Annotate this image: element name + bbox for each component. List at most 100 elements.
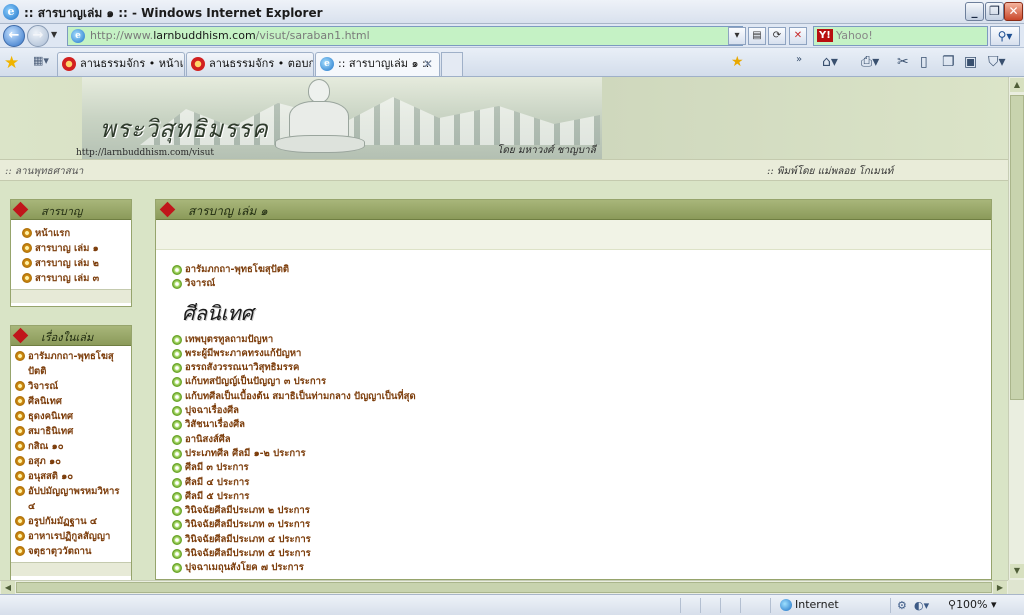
lotus-bullet-icon (15, 456, 25, 466)
status-divider (680, 598, 681, 613)
lotus-bullet-icon (15, 531, 25, 541)
vertical-scrollbar[interactable]: ▲ ▼ (1008, 77, 1024, 580)
content-link[interactable]: อารัมภกถา-พุทธโฆสุปัตติ (172, 263, 991, 277)
topic-link[interactable]: กสิณ ๑๐ (14, 439, 128, 454)
minimize-button[interactable]: _ (965, 2, 984, 21)
buddha-statue-image (275, 79, 365, 157)
horizontal-scroll-thumb[interactable] (16, 582, 992, 593)
vertical-scroll-thumb[interactable] (1010, 95, 1024, 400)
content-link[interactable]: เทพบุตรทูลถามปัญหา (172, 333, 991, 347)
content-link[interactable]: ปุจฉาเรื่องศีล (172, 404, 991, 418)
refresh-icon[interactable]: ⟳ (768, 27, 786, 45)
tab-home[interactable]: ลานธรรมจักร • หน้าแรก (57, 52, 185, 76)
section-link-list: เทพบุตรทูลถามปัญหา พระผู้มีพระภาคทรงแก้ปั… (172, 333, 991, 576)
picture-icon[interactable]: ▣ (964, 54, 977, 70)
content-link-label: วิจารณ์ (185, 278, 216, 290)
nav-link-volume-3[interactable]: สารบาญ เล่ม ๓ (21, 271, 127, 286)
popup-blocker-icon[interactable]: ◐▾ (914, 599, 929, 612)
horizontal-scrollbar[interactable]: ◀ ▶ (0, 580, 1008, 594)
content-link[interactable]: ประเภทศีล ศีลมี ๑-๒ ประการ (172, 447, 991, 461)
search-go-icon[interactable]: ⚲▾ (990, 26, 1020, 46)
topic-link[interactable]: อารัมภกถา-พุทธโฆสุปัตติ (14, 349, 128, 379)
topic-link[interactable]: จตุธาตุววัตถาน (14, 544, 128, 559)
content-link[interactable]: วินิจฉัยศีลมีประเภท ๒ ประการ (172, 504, 991, 518)
page-icon-button[interactable]: ▯ (920, 54, 928, 70)
favorites-star-icon[interactable]: ★ (4, 53, 19, 73)
safety-icon[interactable]: ⛉▾ (988, 54, 1006, 70)
topic-link-label: อารัมภกถา-พุทธโฆสุปัตติ (28, 351, 114, 377)
strip-left-link[interactable]: :: ลานพุทธศาสนา (5, 164, 83, 179)
content-link[interactable]: วินิจฉัยศีลมีประเภท ๓ ประการ (172, 518, 991, 532)
contents-panel-title: สารบาญ (41, 205, 83, 218)
zoom-control[interactable]: ⚲100% ▾ (948, 598, 997, 611)
home-icon[interactable]: ⌂▾ (822, 54, 838, 70)
scroll-down-icon[interactable]: ▼ (1010, 564, 1024, 578)
dharma-wheel-icon (62, 57, 76, 71)
address-input[interactable]: e http://www.larnbuddhism.com/visut/sara… (67, 26, 743, 46)
back-button[interactable]: ← (3, 25, 25, 47)
compatibility-view-icon[interactable]: ▤ (748, 27, 766, 45)
protected-mode-icon[interactable]: ⚙ (897, 599, 907, 612)
flower-bullet-icon (172, 549, 182, 560)
close-button[interactable]: ✕ (1004, 2, 1023, 21)
yahoo-logo-icon: Y! (817, 29, 833, 42)
lotus-bullet-icon (15, 486, 25, 496)
topic-link[interactable]: อัปปมัญญาพรหมวิหาร ๔ (14, 484, 128, 514)
contents-list: หน้าแรก สารบาญ เล่ม ๑ สารบาญ เล่ม ๒ สารบ… (11, 220, 131, 289)
scroll-left-icon[interactable]: ◀ (1, 581, 15, 594)
scroll-right-icon[interactable]: ▶ (993, 581, 1007, 594)
flower-bullet-icon (172, 334, 182, 345)
topic-link[interactable]: อรูปกัมมัฏฐาน ๔ (14, 514, 128, 529)
flower-bullet-icon (172, 491, 182, 502)
new-tab-button[interactable] (441, 52, 463, 76)
nav-link-label: หน้าแรก (35, 228, 71, 239)
tab-reply[interactable]: ลานธรรมจักร • ตอบกร... (186, 52, 314, 76)
tab-saraban[interactable]: e :: สารบาญเล่ม ๑ :: ✕ (315, 52, 440, 76)
topic-link[interactable]: วิจารณ์ (14, 379, 128, 394)
scroll-up-icon[interactable]: ▲ (1010, 78, 1024, 92)
content-link[interactable]: ปุจฉาเมถุนสังโยค ๗ ประการ (172, 561, 991, 575)
info-strip: :: ลานพุทธศาสนา :: พิมพ์โดย แม่พลอย โกเม… (0, 159, 1008, 181)
add-favorite-icon[interactable]: ★ (731, 54, 744, 70)
topic-link[interactable]: ศีลนิเทศ (14, 394, 128, 409)
print-icon[interactable]: ⎙▾ (861, 54, 879, 70)
dharma-wheel-icon (191, 57, 205, 71)
title-bar: e :: สารบาญเล่ม ๑ :: - Windows Internet … (0, 0, 1024, 24)
content-link[interactable]: วินิจฉัยศีลมีประเภท ๔ ประการ (172, 533, 991, 547)
content-link[interactable]: อานิสงส์ศีล (172, 433, 991, 447)
address-dropdown-icon[interactable]: ▾ (728, 27, 746, 45)
nav-link-volume-2[interactable]: สารบาญ เล่ม ๒ (21, 256, 127, 271)
content-link[interactable]: วิสัชนาเรื่องศีล (172, 418, 991, 432)
toolbar-overflow-icon[interactable]: » (796, 54, 802, 65)
quick-tabs-icon[interactable]: ▦▾ (31, 54, 51, 71)
flower-bullet-icon (172, 477, 182, 488)
content-link[interactable]: อรรถสังวรรณนาวิสุทธิมรรค (172, 361, 991, 375)
forward-button[interactable]: → (27, 25, 49, 47)
nav-link-volume-1[interactable]: สารบาญ เล่ม ๑ (21, 241, 127, 256)
tab-close-icon[interactable]: ✕ (423, 53, 433, 75)
copy-icon[interactable]: ❐ (942, 54, 955, 70)
contents-panel-header: สารบาญ (11, 200, 131, 220)
history-dropdown-icon[interactable]: ▼ (51, 30, 57, 39)
maximize-button[interactable]: ❐ (985, 2, 1004, 21)
topic-link[interactable]: สมาธินิเทศ (14, 424, 128, 439)
content-link[interactable]: วิจารณ์ (172, 277, 991, 291)
topic-link[interactable]: ธุดงคนิเทศ (14, 409, 128, 424)
content-link[interactable]: แก้บทศีลเป็นเบื้องต้น สมาธิเป็นท่ามกลาง … (172, 390, 991, 404)
content-link[interactable]: ศีลมี ๔ ประการ (172, 476, 991, 490)
content-link[interactable]: แก้บทสปัญญ์เป็นปัญญา ๓ ประการ (172, 375, 991, 389)
content-link[interactable]: วินิจฉัยศีลมีประเภท ๕ ประการ (172, 547, 991, 561)
content-link[interactable]: ศีลมี ๓ ประการ (172, 461, 991, 475)
content-link[interactable]: พระผู้มีพระภาคทรงแก้ปัญหา (172, 347, 991, 361)
topic-link[interactable]: อนุสสติ ๑๐ (14, 469, 128, 484)
site-logo[interactable]: พระวิสุทธิมรรค (100, 109, 269, 148)
search-input[interactable]: Y! Yahoo! (813, 26, 988, 46)
security-zone[interactable]: Internet (780, 598, 839, 611)
topic-link[interactable]: อสุภ ๑๐ (14, 454, 128, 469)
topic-link[interactable]: อาหาเรปฏิกูลสัญญา (14, 529, 128, 544)
nav-link-home[interactable]: หน้าแรก (21, 226, 127, 241)
research-icon[interactable]: ✂ (897, 54, 909, 70)
content-link[interactable]: ศีลมี ๕ ประการ (172, 490, 991, 504)
status-divider (770, 598, 771, 613)
stop-icon[interactable]: ✕ (789, 27, 807, 45)
